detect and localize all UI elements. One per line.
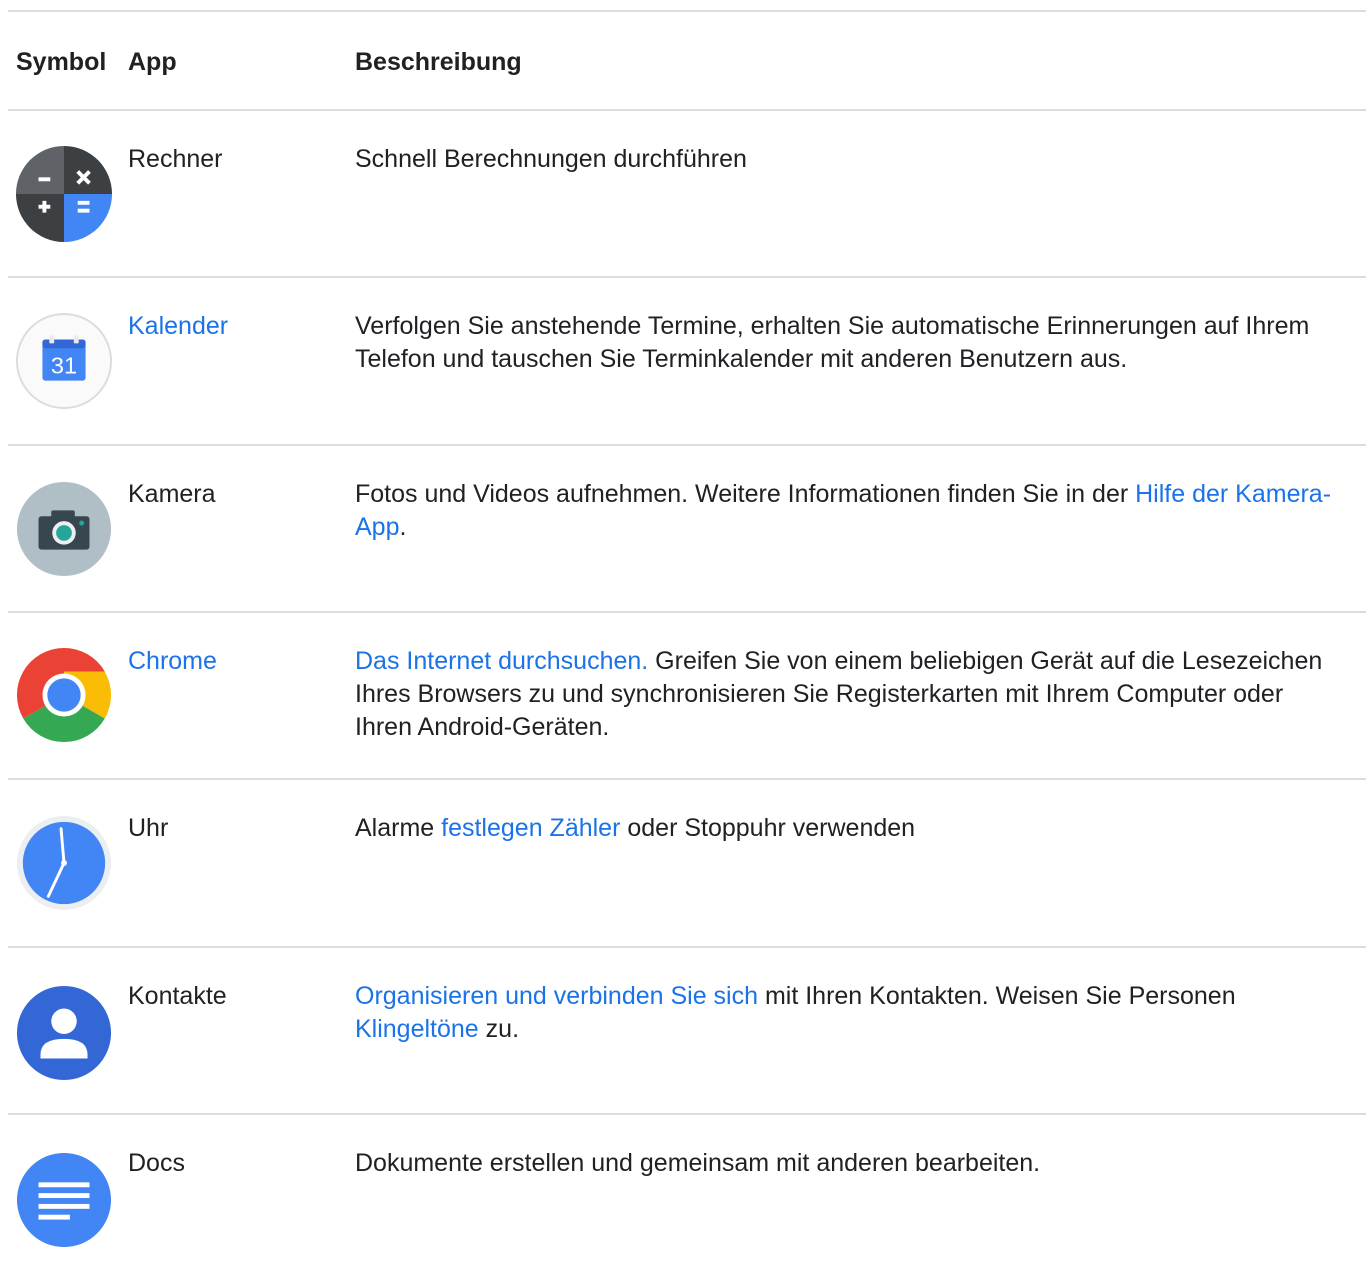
app-description: Alarme festlegen Zähler oder Stoppuhr ve… xyxy=(355,814,916,842)
app-description: Verfolgen Sie anstehende Termine, erhalt… xyxy=(355,312,1310,373)
header-symbol: Symbol xyxy=(16,48,107,76)
calendar-day-number: 31 xyxy=(51,353,77,379)
table-row: Rechner Schnell Berechnungen durchführen xyxy=(8,111,1366,278)
ringtones-link[interactable]: Klingeltöne xyxy=(355,1015,479,1043)
table-row: Kontakte Organisieren und verbinden Sie … xyxy=(8,948,1366,1115)
calculator-icon xyxy=(15,145,113,243)
app-name-docs: Docs xyxy=(128,1149,185,1177)
calendar-icon: 31 xyxy=(15,312,113,410)
docs-icon xyxy=(16,1152,112,1248)
contacts-icon xyxy=(16,985,112,1081)
camera-icon xyxy=(16,481,112,577)
organize-contacts-link[interactable]: Organisieren und verbinden Sie sich xyxy=(355,982,758,1010)
app-name-kontakte: Kontakte xyxy=(128,982,227,1010)
app-link-kalender[interactable]: Kalender xyxy=(128,310,228,343)
clock-icon xyxy=(16,815,112,911)
header-description: Beschreibung xyxy=(355,48,522,76)
table-row: Chrome Das Internet durchsuchen. Greifen… xyxy=(8,613,1366,780)
app-link-chrome[interactable]: Chrome xyxy=(128,645,217,678)
search-internet-link[interactable]: Das Internet durchsuchen. xyxy=(355,647,648,675)
app-description: Schnell Berechnungen durchführen xyxy=(355,145,747,173)
app-description: Organisieren und verbinden Sie sich mit … xyxy=(355,982,1236,1043)
set-timer-link[interactable]: festlegen Zähler xyxy=(441,814,620,842)
app-description: Das Internet durchsuchen. Greifen Sie vo… xyxy=(355,647,1323,741)
app-description: Dokumente erstellen und gemeinsam mit an… xyxy=(355,1149,1041,1177)
app-name-kamera: Kamera xyxy=(128,480,216,508)
apps-table: Symbol App Beschreibung Rechner Schnell … xyxy=(8,10,1366,1273)
chrome-icon xyxy=(16,647,112,743)
app-description: Fotos und Videos aufnehmen. Weitere Info… xyxy=(355,480,1332,541)
table-row: Uhr Alarme festlegen Zähler oder Stoppuh… xyxy=(8,780,1366,948)
app-name-uhr: Uhr xyxy=(128,814,169,842)
header-app: App xyxy=(128,48,177,76)
app-name-rechner: Rechner xyxy=(128,145,223,173)
table-row: Kamera Fotos und Videos aufnehmen. Weite… xyxy=(8,446,1366,613)
table-header: Symbol App Beschreibung xyxy=(8,12,1366,111)
table-row: 31 Kalender Verfolgen Sie anstehende Ter… xyxy=(8,278,1366,446)
table-row: Docs Dokumente erstellen und gemeinsam m… xyxy=(8,1115,1366,1273)
